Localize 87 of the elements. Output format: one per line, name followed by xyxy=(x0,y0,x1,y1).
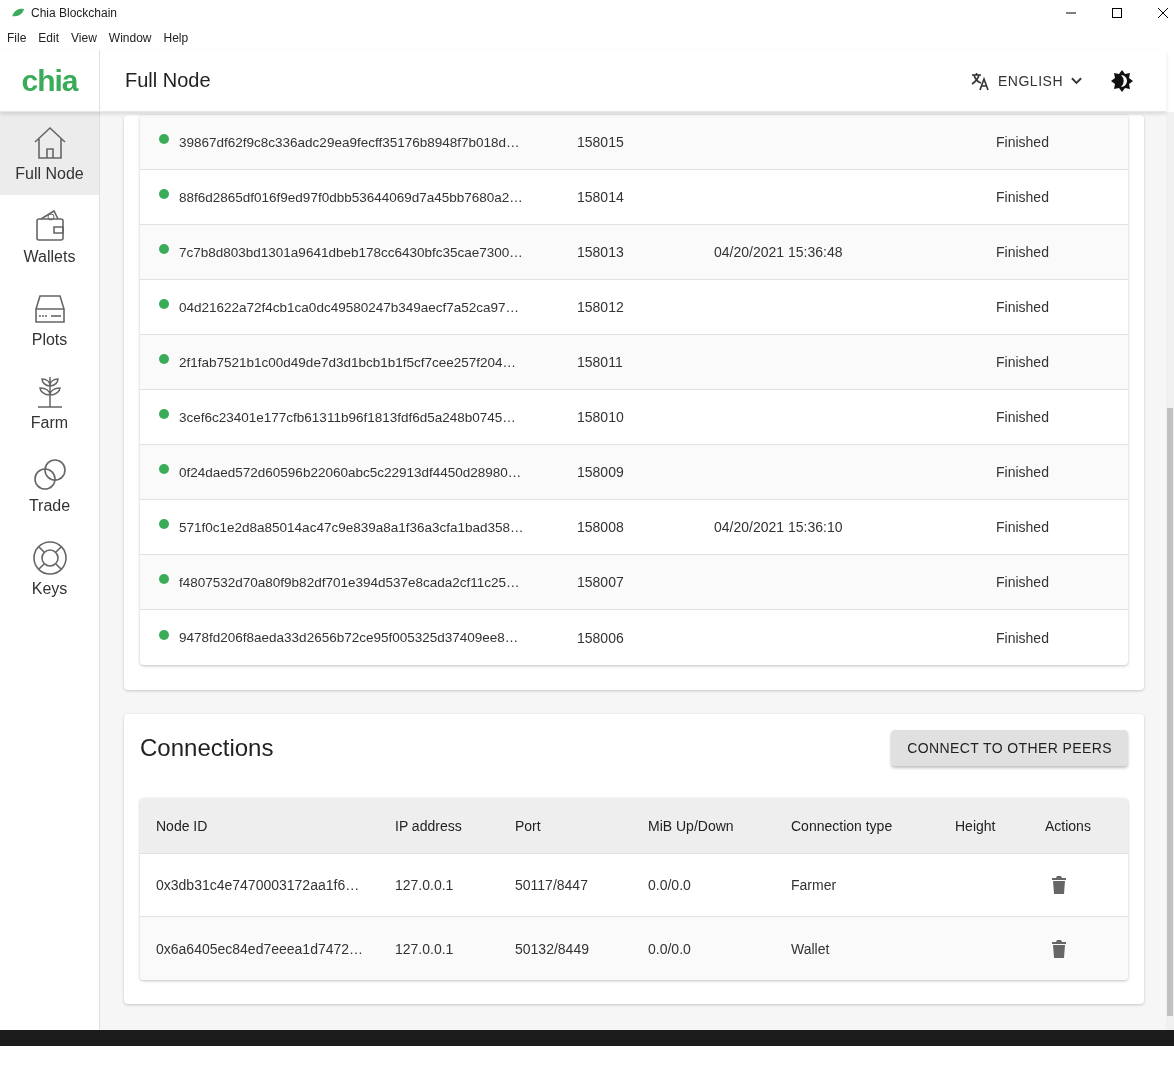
sidebar-item[interactable]: Full Node xyxy=(0,112,99,195)
sidebar-item[interactable]: Keys xyxy=(0,527,99,610)
status-dot xyxy=(159,519,169,529)
block-height: 158011 xyxy=(577,354,624,370)
menu-item[interactable]: Help xyxy=(163,30,189,45)
table-cell-text: Wallet xyxy=(791,940,831,957)
block-status: Finished xyxy=(996,464,1049,480)
status-dot xyxy=(159,574,169,584)
column-header: IP address xyxy=(395,817,463,834)
column-header: MiB Up/Down xyxy=(648,817,735,834)
table-cell-text: 127.0.0.1 xyxy=(395,940,455,957)
block-height: 158013 xyxy=(577,244,625,260)
menu-item[interactable]: File xyxy=(7,30,27,45)
block-height: 158008 xyxy=(577,519,625,535)
menu-item[interactable]: Window xyxy=(108,30,152,45)
logo: chia xyxy=(21,63,78,98)
menu-item[interactable]: Edit xyxy=(38,30,60,45)
block-hash: 2f1fab7521b1c00d49de7d3d1bcb1b1f5cf7cee257f204… xyxy=(179,354,518,370)
block-status: Finished xyxy=(996,244,1049,260)
connect-peers-button[interactable]: CONNECT TO OTHER PEERS xyxy=(891,730,1128,766)
block-height: 158009 xyxy=(577,464,625,480)
block-height: 158015 xyxy=(577,134,625,150)
lifebuoy-icon xyxy=(31,539,68,576)
table-cell-text: Farmer xyxy=(791,877,838,893)
block-hash: 7c7b8d803bd1301a9641dbeb178cc6430bfc35cae7300… xyxy=(179,244,524,260)
block-time: 04/20/2021 15:36:48 xyxy=(714,244,843,260)
column-header: Connection type xyxy=(791,817,894,834)
block-time: 04/20/2021 15:36:10 xyxy=(714,519,843,535)
block-status: Finished xyxy=(996,189,1049,205)
sidebar-item[interactable]: Farm xyxy=(0,361,99,444)
table-cell-text: 0.0/0.0 xyxy=(648,940,692,957)
connections-title: Connections xyxy=(140,734,274,762)
block-hash: 04d21622a72f4cb1ca0dc49580247b349aecf7a52ca97… xyxy=(179,299,521,315)
maximize-icon[interactable] xyxy=(1112,7,1122,18)
window-title: Chia Blockchain xyxy=(31,5,118,20)
table-cell-text: 50132/8449 xyxy=(515,940,590,957)
table-cell-text: 0.0/0.0 xyxy=(648,877,692,893)
close-icon[interactable] xyxy=(1158,7,1168,18)
block-hash: f4807532d70a80f9b82df701e394d537e8cada2cf11c25… xyxy=(179,574,521,590)
block-status: Finished xyxy=(996,629,1049,646)
column-header: Actions xyxy=(1045,817,1092,834)
status-dot xyxy=(159,244,169,254)
status-dot xyxy=(159,299,169,309)
menu-item[interactable]: View xyxy=(71,30,97,45)
sidebar-item[interactable]: Trade xyxy=(0,444,99,527)
translate-icon xyxy=(970,70,991,91)
block-status: Finished xyxy=(996,299,1049,315)
table-cell-text: 127.0.0.1 xyxy=(395,877,455,893)
leaf-icon xyxy=(11,7,25,18)
status-dot xyxy=(159,629,169,640)
delete-icon[interactable] xyxy=(1052,876,1066,894)
block-height: 158006 xyxy=(577,629,625,646)
circles-icon xyxy=(31,456,68,493)
brightness-icon[interactable] xyxy=(1110,68,1134,93)
block-hash: 88f6d2865df016f9ed97f0dbb53644069d7a45bb7680a2… xyxy=(179,189,524,205)
status-dot xyxy=(159,189,169,199)
block-hash: 9478fd206f8aeda33d2656b72ce95f005325d37409ee8… xyxy=(179,630,520,645)
language-button[interactable]: ENGLISH xyxy=(970,70,1082,91)
block-height: 158012 xyxy=(577,299,625,315)
block-hash: 3cef6c23401e177cfb61311b96f1813fdf6d5a248b0745… xyxy=(179,409,517,425)
status-dot xyxy=(159,134,169,144)
block-status: Finished xyxy=(996,519,1049,535)
page-title: Full Node xyxy=(125,69,211,92)
status-dot xyxy=(159,464,169,474)
chevron-down-icon xyxy=(1071,76,1082,85)
block-status: Finished xyxy=(996,134,1049,150)
block-height: 158014 xyxy=(577,189,625,205)
block-status: Finished xyxy=(996,409,1049,425)
table-cell-text: 0x6a6405ec84ed7eeea1d7472… xyxy=(156,940,365,957)
sidebar-item[interactable]: Plots xyxy=(0,278,99,361)
block-status: Finished xyxy=(996,574,1049,590)
block-hash: 39867df62f9c8c336adc29ea9fecff35176b8948f7b018d… xyxy=(179,134,521,150)
table-cell-text: 0x3db31c4e7470003172aa1f6… xyxy=(156,877,361,893)
table-cell-text: 50117/8447 xyxy=(515,877,589,893)
column-header: Port xyxy=(515,817,542,834)
sidebar-item[interactable]: Wallets xyxy=(0,195,99,278)
column-header: Node ID xyxy=(156,817,209,834)
delete-icon[interactable] xyxy=(1052,939,1066,958)
block-hash: 0f24daed572d60596b22060abc5c22913df4450d28980… xyxy=(179,464,523,480)
status-dot xyxy=(159,354,169,364)
block-height: 158007 xyxy=(577,574,625,590)
block-height: 158010 xyxy=(577,409,625,425)
block-status: Finished xyxy=(996,354,1049,370)
block-hash: 571f0c1e2d8a85014ac47c9e839a8a1f36a3cfa1bad358… xyxy=(179,519,525,535)
status-dot xyxy=(159,409,169,419)
scrollbar[interactable] xyxy=(1166,112,1174,1030)
column-header: Height xyxy=(955,817,997,834)
